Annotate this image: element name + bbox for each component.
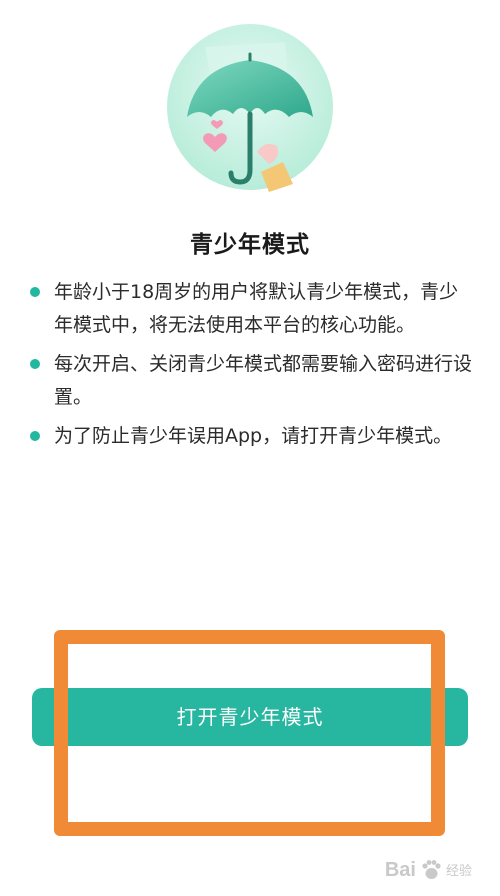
list-item: 每次开启、关闭青少年模式都需要输入密码进行设置。 <box>26 348 476 414</box>
bullet-dot-icon <box>30 287 40 297</box>
enable-teen-mode-button[interactable]: 打开青少年模式 <box>32 688 468 746</box>
description-list: 年龄小于18周岁的用户将默认青少年模式，青少年模式中，将无法使用本平台的核心功能… <box>26 276 476 459</box>
paw-icon <box>422 860 441 879</box>
bullet-text: 年龄小于18周岁的用户将默认青少年模式，青少年模式中，将无法使用本平台的核心功能… <box>54 281 459 336</box>
watermark-subtext: 经验 <box>445 862 472 878</box>
baidu-jingyan-watermark: Bai 经验 <box>385 856 472 884</box>
umbrella-illustration-icon <box>167 24 333 192</box>
list-item: 为了防止青少年误用App，请打开青少年模式。 <box>26 420 476 453</box>
list-item: 年龄小于18周岁的用户将默认青少年模式，青少年模式中，将无法使用本平台的核心功能… <box>26 276 476 342</box>
teen-mode-page: 青少年模式 年龄小于18周岁的用户将默认青少年模式，青少年模式中，将无法使用本平… <box>0 0 500 896</box>
bullet-dot-icon <box>30 359 40 369</box>
page-title: 青少年模式 <box>190 232 310 258</box>
bullet-text: 每次开启、关闭青少年模式都需要输入密码进行设置。 <box>54 353 473 408</box>
bullet-dot-icon <box>30 431 40 441</box>
bullet-text: 为了防止青少年误用App，请打开青少年模式。 <box>54 425 453 447</box>
watermark-text: Bai <box>384 858 416 881</box>
